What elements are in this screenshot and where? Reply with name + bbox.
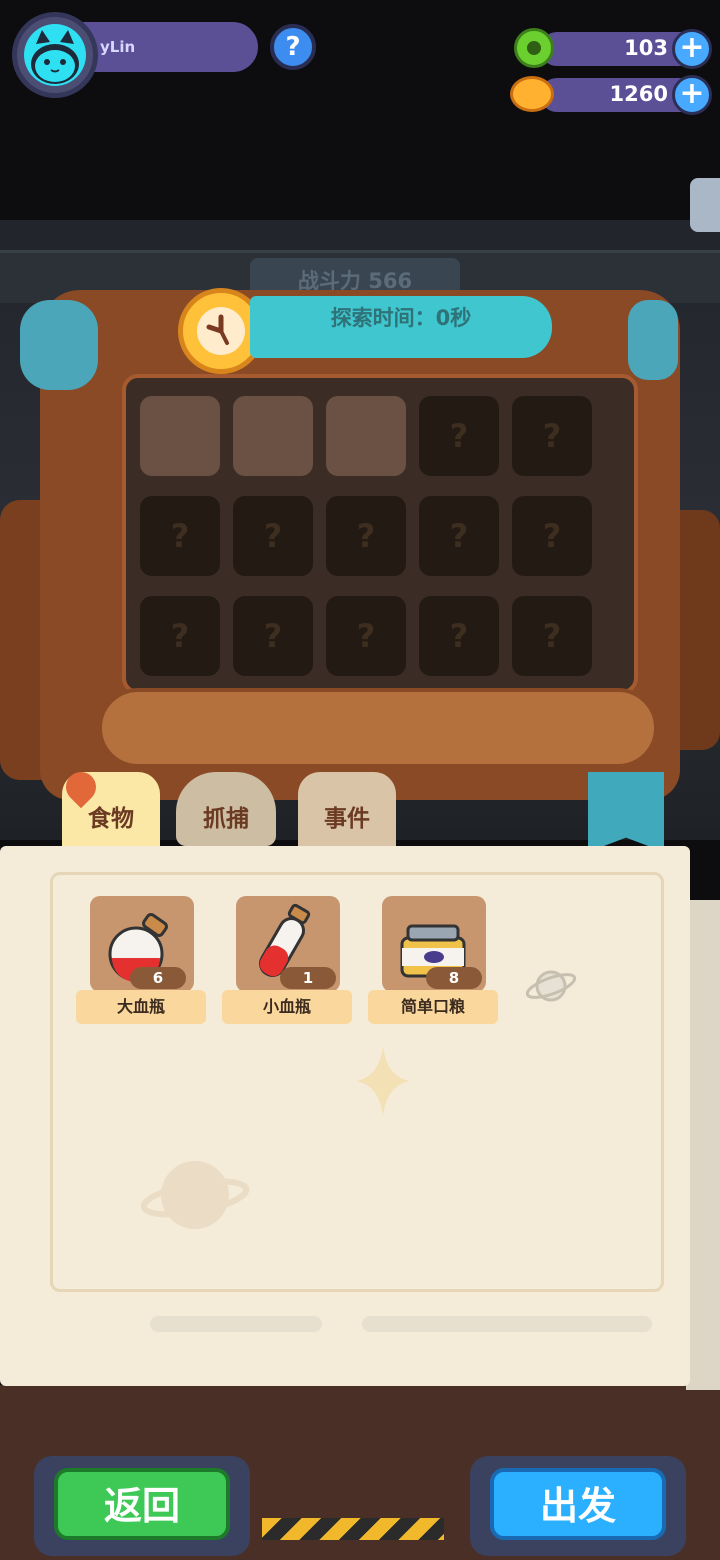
hazard-stripe <box>262 1518 444 1540</box>
loot-slot-unknown: ? <box>419 496 499 576</box>
bookmark-icon[interactable] <box>588 772 664 852</box>
loot-slot-unknown: ? <box>512 396 592 476</box>
green-gem-icon <box>514 28 554 68</box>
loot-slot-unknown: ? <box>233 596 313 676</box>
item-count: 6 <box>130 967 186 989</box>
add-coins-button[interactable]: + <box>672 75 712 115</box>
rolled-scroll <box>98 688 658 768</box>
avatar[interactable] <box>24 24 86 86</box>
question-mark-icon: ? <box>542 417 562 455</box>
item-name: 简单口粮 <box>368 990 498 1024</box>
question-mark-icon: ? <box>449 517 469 555</box>
loot-slot-empty <box>233 396 313 476</box>
gem-count: 103 <box>624 36 668 60</box>
blurred-text <box>362 1316 652 1332</box>
tab-catch[interactable]: 抓捕 <box>176 772 276 846</box>
loot-slot-unknown: ? <box>512 496 592 576</box>
coin-count: 1260 <box>609 82 668 106</box>
question-mark-icon: ? <box>542 617 562 655</box>
loot-slot-unknown: ? <box>419 596 499 676</box>
question-mark-icon: ? <box>170 617 190 655</box>
blurred-text <box>150 1316 322 1332</box>
loot-slot-unknown: ? <box>140 496 220 576</box>
explore-time-banner: 探索时间：0秒 <box>250 296 552 358</box>
question-mark-icon: ? <box>542 517 562 555</box>
book-page-edge <box>686 900 720 1390</box>
side-drawer-handle[interactable] <box>690 178 720 232</box>
question-mark-icon: ? <box>263 517 283 555</box>
clock-face <box>197 307 245 355</box>
planet-coin-icon <box>510 76 554 112</box>
loot-slot-empty <box>140 396 220 476</box>
loot-slot-unknown: ? <box>326 596 406 676</box>
loot-slot-empty <box>326 396 406 476</box>
add-gems-button[interactable]: + <box>672 29 712 69</box>
item-name: 大血瓶 <box>76 990 206 1024</box>
clock-hands-icon <box>206 314 229 345</box>
backpack-roll-left <box>20 300 98 390</box>
question-mark-icon: ? <box>356 517 376 555</box>
sparkle-icon <box>356 1046 410 1116</box>
item-name: 小血瓶 <box>222 990 352 1024</box>
question-mark-icon: ? <box>170 517 190 555</box>
question-mark-icon: ? <box>449 617 469 655</box>
help-button[interactable]: ? <box>270 24 316 70</box>
item-count: 8 <box>426 967 482 989</box>
planet-icon <box>525 970 577 1002</box>
question-mark-icon: ? <box>449 417 469 455</box>
loot-slot-unknown: ? <box>419 396 499 476</box>
question-mark-icon: ? <box>263 617 283 655</box>
loot-slot-unknown: ? <box>140 596 220 676</box>
tab-event[interactable]: 事件 <box>298 772 396 846</box>
planet-watermark-icon <box>140 1161 250 1229</box>
back-button[interactable]: 返回 <box>54 1468 230 1540</box>
cat-face-icon <box>31 30 79 84</box>
item-count: 1 <box>280 967 336 989</box>
player-name: yLin <box>100 38 136 56</box>
loot-slot-unknown: ? <box>326 496 406 576</box>
loot-slot-unknown: ? <box>233 496 313 576</box>
question-mark-icon: ? <box>356 617 376 655</box>
loot-slot-unknown: ? <box>512 596 592 676</box>
go-button[interactable]: 出发 <box>490 1468 666 1540</box>
backpack-roll-right <box>628 300 678 380</box>
